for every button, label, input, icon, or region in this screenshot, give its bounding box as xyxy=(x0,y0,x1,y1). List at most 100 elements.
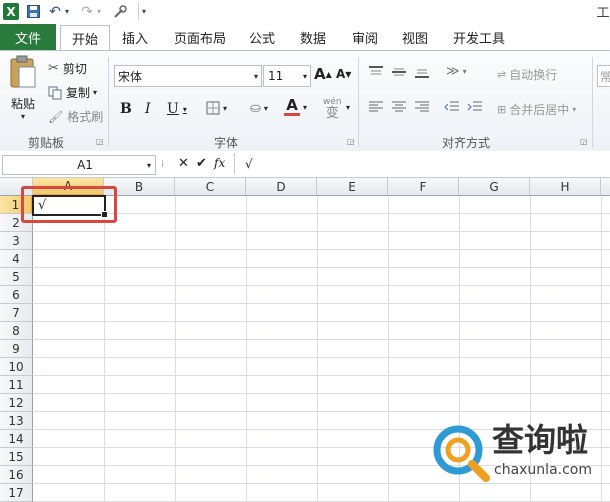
tab-page-layout[interactable]: 页面布局 xyxy=(174,28,226,47)
tools-icon[interactable] xyxy=(112,3,128,20)
formula-value: √ xyxy=(245,156,253,171)
underline-label: U xyxy=(167,101,179,117)
grow-font-button[interactable]: A ▲ xyxy=(314,65,332,83)
column-header-f[interactable]: F xyxy=(388,178,459,196)
row-header-6[interactable]: 6 xyxy=(0,286,33,304)
increase-indent-button[interactable] xyxy=(467,100,483,114)
magnifier-q-icon xyxy=(433,425,490,482)
cut-button[interactable]: ✂ 剪切 xyxy=(48,60,87,77)
name-box-value: A1 xyxy=(77,158,93,172)
fill-color-button[interactable]: ⛀ ▾ xyxy=(250,101,268,116)
font-color-dropdown-icon[interactable]: ▾ xyxy=(303,103,307,112)
grid-line xyxy=(33,303,610,304)
paste-button[interactable]: 粘贴 ▾ xyxy=(6,55,40,125)
phonetic-dropdown-icon[interactable]: ▾ xyxy=(346,103,350,112)
font-launcher-icon[interactable]: ◲ xyxy=(347,137,355,146)
orientation-button[interactable]: ≫ ▾ xyxy=(446,64,467,79)
clipboard-launcher-icon[interactable]: ◲ xyxy=(96,137,104,146)
column-header-partial[interactable] xyxy=(601,178,610,196)
row-header-3[interactable]: 3 xyxy=(0,232,33,250)
font-group-label: 字体 xyxy=(214,136,239,150)
undo-dropdown-icon[interactable]: ▾ xyxy=(63,3,71,20)
row-header-9[interactable]: 9 xyxy=(0,340,33,358)
font-name-select[interactable]: 宋体 ▾ xyxy=(114,65,262,87)
merge-center-button[interactable]: ⊞ 合并后居中 ▾ xyxy=(497,101,576,118)
column-header-e[interactable]: E xyxy=(317,178,388,196)
column-header-d[interactable]: D xyxy=(246,178,317,196)
align-bottom-icon xyxy=(415,69,429,78)
align-middle-button[interactable] xyxy=(391,65,407,79)
tab-insert[interactable]: 插入 xyxy=(122,28,148,47)
enter-entry-button[interactable]: ✔ xyxy=(196,156,207,171)
tab-data[interactable]: 数据 xyxy=(300,28,326,47)
row-header-8[interactable]: 8 xyxy=(0,322,33,340)
tab-review[interactable]: 审阅 xyxy=(352,28,378,47)
quick-access-toolbar: X ↶ ▾ ↷ ▾ ▾ 工 xyxy=(0,0,610,25)
tab-file[interactable]: 文件 xyxy=(0,24,56,50)
ribbon-separator xyxy=(592,57,593,147)
format-painter-button[interactable]: 🖌 格式刷 xyxy=(48,108,103,125)
redo-icon[interactable]: ↷ xyxy=(80,3,94,20)
row-header-11[interactable]: 11 xyxy=(0,376,33,394)
italic-button[interactable]: I xyxy=(145,101,151,117)
tab-formulas[interactable]: 公式 xyxy=(249,28,275,47)
row-header-5[interactable]: 5 xyxy=(0,268,33,286)
row-header-16[interactable]: 16 xyxy=(0,466,33,484)
tab-view[interactable]: 视图 xyxy=(402,28,428,47)
decrease-indent-button[interactable] xyxy=(444,100,460,114)
formula-input[interactable]: √ xyxy=(234,153,610,174)
copy-dropdown-icon[interactable]: ▾ xyxy=(93,88,97,97)
undo-icon[interactable]: ↶ xyxy=(48,3,62,20)
align-left-button[interactable] xyxy=(368,100,384,114)
chevron-down-icon: ▾ xyxy=(302,71,307,81)
number-format-select[interactable]: 常 xyxy=(597,65,610,87)
ribbon-separator xyxy=(108,57,109,147)
excel-app-icon[interactable]: X xyxy=(3,3,19,20)
font-color-button[interactable]: A xyxy=(284,97,300,116)
grid-line xyxy=(104,196,105,502)
grid-line xyxy=(33,339,610,340)
grid-line xyxy=(33,231,610,232)
save-icon[interactable] xyxy=(25,3,41,20)
row-header-12[interactable]: 12 xyxy=(0,394,33,412)
align-center-button[interactable] xyxy=(391,100,407,114)
align-bottom-button[interactable] xyxy=(414,65,430,79)
grow-font-icon: A xyxy=(314,65,326,83)
row-header-10[interactable]: 10 xyxy=(0,358,33,376)
shrink-font-button[interactable]: A ▼ xyxy=(336,67,351,81)
borders-button[interactable]: ▾ xyxy=(206,101,227,115)
cancel-entry-button[interactable]: ✕ xyxy=(178,156,189,171)
grid-line xyxy=(33,357,610,358)
underline-button[interactable]: U ▾ xyxy=(167,101,187,117)
column-header-h[interactable]: H xyxy=(530,178,601,196)
column-header-c[interactable]: C xyxy=(175,178,246,196)
row-header-14[interactable]: 14 xyxy=(0,430,33,448)
align-left-icon xyxy=(369,101,383,112)
ribbon-home: 粘贴 ▾ ✂ 剪切 复制 ▾ 🖌 格式刷 剪贴板 ◲ 宋体 ▾ 11 ▾ A ▲ … xyxy=(0,50,610,152)
insert-function-button[interactable]: fx xyxy=(214,156,225,170)
row-header-15[interactable]: 15 xyxy=(0,448,33,466)
paste-label: 粘贴 xyxy=(10,97,35,111)
redo-dropdown-icon[interactable]: ▾ xyxy=(95,3,103,20)
wrap-text-button[interactable]: ⇌ 自动换行 xyxy=(497,66,557,83)
copy-button[interactable]: 复制 ▾ xyxy=(48,84,97,101)
bold-button[interactable]: B xyxy=(120,101,132,117)
column-header-g[interactable]: G xyxy=(459,178,530,196)
grid-line xyxy=(33,375,610,376)
tab-home[interactable]: 开始 xyxy=(60,25,110,51)
name-box[interactable]: A1 ▾ xyxy=(2,155,156,175)
row-header-4[interactable]: 4 xyxy=(0,250,33,268)
highlight-box xyxy=(21,186,117,223)
tab-developer[interactable]: 开发工具 xyxy=(453,28,505,47)
row-header-17[interactable]: 17 xyxy=(0,484,33,502)
row-header-7[interactable]: 7 xyxy=(0,304,33,322)
splitter-handle[interactable]: ⁞ xyxy=(161,159,167,170)
font-size-select[interactable]: 11 ▾ xyxy=(263,65,311,87)
customize-qat-icon[interactable]: ▾ xyxy=(138,3,149,20)
align-top-button[interactable] xyxy=(368,65,384,79)
alignment-launcher-icon[interactable]: ◲ xyxy=(580,137,588,146)
paste-dropdown-icon[interactable]: ▾ xyxy=(21,112,25,121)
phonetic-button[interactable]: wén 变 xyxy=(323,97,342,121)
row-header-13[interactable]: 13 xyxy=(0,412,33,430)
align-right-button[interactable] xyxy=(414,100,430,114)
